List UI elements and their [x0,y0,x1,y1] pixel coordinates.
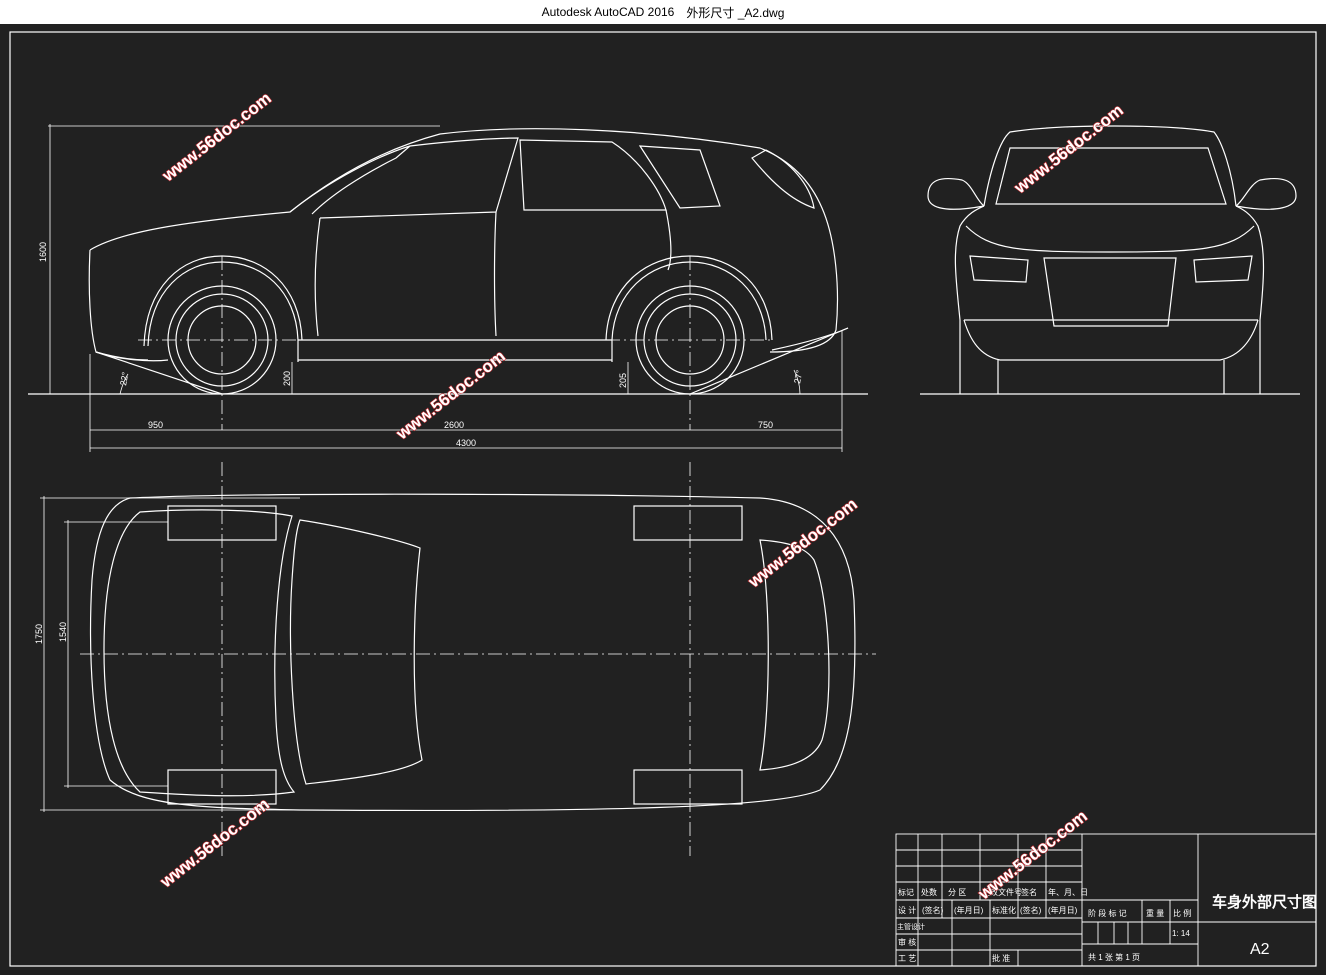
dim-rear-clearance: 205 [618,373,628,388]
tb-scale-label: 比 例 [1173,908,1191,918]
tb-design-2: (年月日) [954,905,984,915]
drawing-border [9,31,1317,967]
dim-width: 1750 [34,624,44,644]
tb-design-5: (年月日) [1048,905,1078,915]
tb-design-3: 标准化 [992,905,1016,915]
watermark-1: www.56doc.com [158,89,275,186]
dimension-labels: 1600 950 2600 750 4300 22° 27° 200 205 1… [34,242,804,644]
tb-process-label: 工 艺 [898,954,916,963]
dim-wheelbase: 2600 [444,420,464,430]
front-view [920,125,1300,395]
tb-design-0: 设 计 [898,905,916,915]
tb-sheet-size: A2 [1250,941,1270,958]
tb-weight-label: 重 量 [1146,908,1164,918]
tb-approve-label: 批 准 [992,953,1010,963]
tb-header-5: 年、月、日 [1048,887,1088,897]
drawing-canvas[interactable]: 1600 950 2600 750 4300 22° 27° 200 205 1… [0,24,1326,970]
dim-departure-angle: 27° [792,369,804,385]
watermark-5: www.56doc.com [156,795,273,892]
tb-stage-label: 阶 段 标 记 [1088,908,1127,918]
cad-drawing[interactable]: 1600 950 2600 750 4300 22° 27° 200 205 1… [0,24,1326,970]
window-titlebar: Autodesk AutoCAD 2016 外形尺寸 _A2.dwg [0,0,1326,25]
tb-drawing-title: 车身外部尺寸图 [1212,893,1317,911]
dim-rear-overhang: 750 [758,420,773,430]
tb-header-0: 标记 [898,887,914,897]
dim-track: 1540 [58,622,68,642]
dim-length: 4300 [456,438,476,448]
tb-header-4: 签名 [1021,887,1037,897]
tb-design-1: (签名) [922,905,944,915]
title-block-text: 标记 处数 分 区 更改文件号 签名 年、月、日 设 计 (签名) (年月日) … [897,887,1317,963]
dim-front-overhang: 950 [148,420,163,430]
tb-chief-label: 主管设计 [897,922,925,931]
tb-sheet-info: 共 1 张 第 1 页 [1088,952,1140,962]
app-title: Autodesk AutoCAD 2016 [541,5,675,19]
file-title: 外形尺寸 _A2.dwg [686,5,785,20]
dim-front-clearance: 200 [282,371,292,386]
tb-scale-value: 1: 14 [1172,929,1190,938]
tb-design-4: (签名) [1020,905,1042,915]
tb-review-label: 审 核 [898,937,916,947]
dim-height: 1600 [38,242,48,262]
watermark-2: www.56doc.com [1010,101,1127,198]
tb-header-1: 处数 [921,887,937,897]
side-view [28,124,868,856]
dim-approach-angle: 22° [118,371,130,387]
tb-header-2: 分 区 [948,888,966,897]
top-view [40,493,876,812]
